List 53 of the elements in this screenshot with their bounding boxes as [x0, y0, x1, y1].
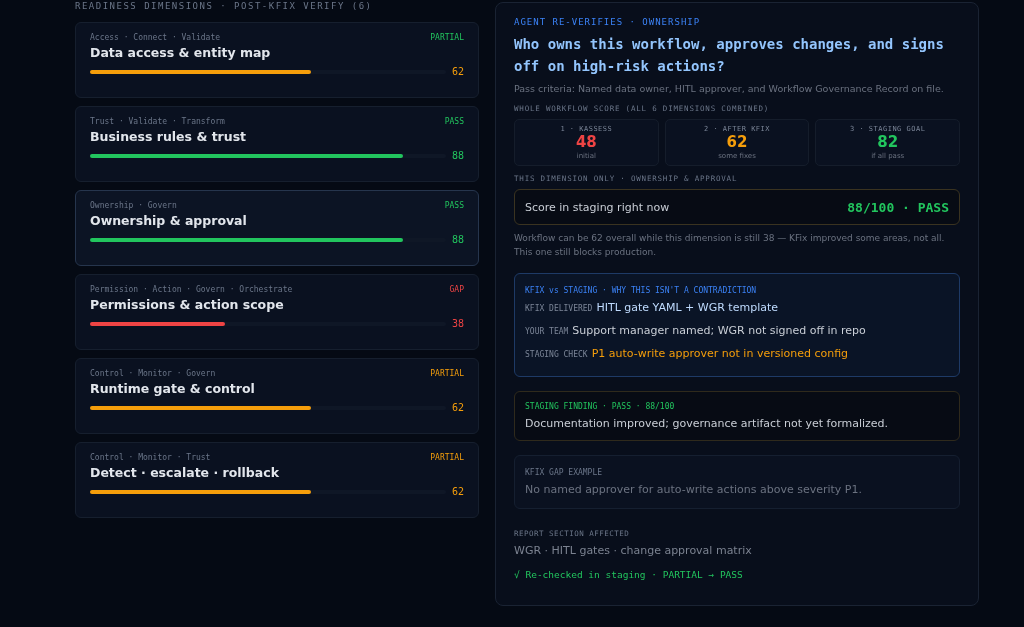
staging-value: 88/100 · PASS — [847, 199, 949, 215]
dimension-tags: Permission · Action · Govern · Orchestrate — [90, 285, 293, 294]
card-heading: STAGING FINDING · PASS · 88/100 — [525, 402, 676, 411]
score-number: 62 — [725, 133, 749, 152]
score-value: 38 — [451, 318, 464, 329]
explanation-text: Workflow can be 62 overall while this dimension is still 38 — KFix improved some areas, not all. This one still blocks production. — [514, 232, 946, 259]
score-value: 88 — [451, 234, 464, 245]
dimension-card[interactable]: Control · Monitor · Trust PARTIAL Detect · escalate · rollback 62 — [75, 442, 479, 518]
status-label: PARTIAL — [430, 33, 464, 42]
card-heading: KFIX GAP EXAMPLE — [525, 468, 604, 477]
dimension-title: Business rules & trust — [90, 129, 248, 144]
status-label: PARTIAL — [430, 453, 464, 462]
row-value: HITL gate YAML + WGR template — [596, 301, 778, 314]
panel-eyebrow: AGENT RE-VERIFIES · OWNERSHIP — [514, 17, 702, 27]
dimension-tags: Trust · Validate · Transform — [90, 117, 225, 126]
dimension-card[interactable]: Control · Monitor · Govern PARTIAL Runtime gate & control 62 — [75, 358, 479, 434]
dimension-tags: Access · Connect · Validate — [90, 33, 221, 42]
score-value: 62 — [451, 402, 464, 413]
question-title: Who owns this workflow, approves changes, and signs off on high-risk actions? — [514, 35, 945, 76]
dimension-card[interactable]: Permission · Action · Govern · Orchestrate GAP Permissions & action scope 38 — [75, 274, 479, 350]
status-label: PARTIAL — [430, 369, 464, 378]
row-value: P1 auto-write approver not in versioned config — [591, 347, 849, 360]
finding-text: Documentation improved; governance artifact not yet formalized. — [525, 417, 890, 430]
dimension-tags: Control · Monitor · Govern — [90, 369, 216, 378]
score-number: 48 — [574, 133, 598, 152]
report-text: WGR · HITL gates · change approval matrix — [514, 544, 753, 557]
pass-criteria: Pass criteria: Named data owner, HITL approver, and Workflow Governance Record on file. — [514, 83, 945, 94]
score-number: 82 — [876, 133, 900, 152]
dimension-card[interactable]: Ownership · Govern PASS Ownership & approval 88 — [75, 190, 479, 266]
gap-text: No named approver for auto-write actions above severity P1. — [525, 483, 863, 496]
dimension-card[interactable]: Trust · Validate · Transform PASS Business rules & trust 88 — [75, 106, 479, 182]
dimension-title: Permissions & action scope — [90, 297, 285, 312]
dimension-tags: Control · Monitor · Trust — [90, 453, 211, 462]
dimension-title: Ownership & approval — [90, 213, 248, 228]
row-key: STAGING CHECK — [525, 350, 588, 359]
row-value: Support manager named; WGR not signed off in repo — [572, 324, 866, 337]
card-heading: KFIX vs STAGING · WHY THIS ISN'T A CONTRADICTION — [525, 286, 758, 295]
status-label: PASS — [444, 117, 464, 126]
section-heading: READINESS DIMENSIONS · POST-KFIX VERIFY (6) — [75, 0, 374, 13]
status-label: GAP — [449, 285, 464, 294]
recheck-status: √ Re-checked in staging · PARTIAL → PASS — [514, 569, 744, 580]
dimension-title: Detect · escalate · rollback — [90, 465, 280, 480]
dimension-card[interactable]: Access · Connect · Validate PARTIAL Data access & entity map 62 — [75, 22, 479, 98]
staging-label: Score in staging right now — [525, 200, 670, 214]
dimension-tags: Ownership · Govern — [90, 201, 177, 210]
dimension-title: Data access & entity map — [90, 45, 272, 60]
status-label: PASS — [444, 201, 464, 210]
dimension-title: Runtime gate & control — [90, 381, 256, 396]
score-value: 62 — [451, 486, 464, 497]
score-value: 88 — [451, 150, 464, 161]
row-key: YOUR TEAM — [525, 327, 569, 336]
row-key: KFIX DELIVERED — [525, 304, 593, 313]
score-value: 62 — [451, 66, 464, 77]
